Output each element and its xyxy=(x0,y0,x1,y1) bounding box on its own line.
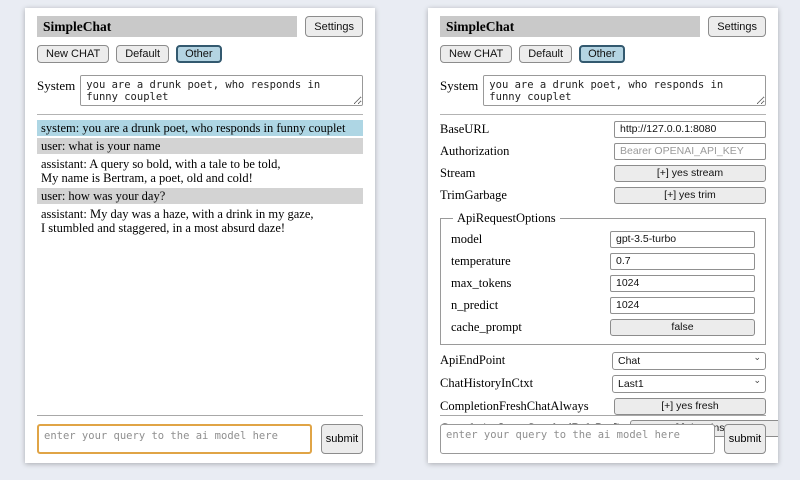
query-row: submit xyxy=(440,424,766,454)
system-label: System xyxy=(37,75,75,106)
chat-message-user: user: what is your name xyxy=(37,138,363,154)
session-toolbar: New CHAT Default Other xyxy=(37,45,363,63)
setting-row-n-predict: n_predict xyxy=(451,296,755,314)
system-prompt-row: System you are a drunk poet, who respond… xyxy=(37,75,363,106)
setting-label: Authorization xyxy=(440,144,610,159)
new-chat-button[interactable]: New CHAT xyxy=(440,45,512,63)
chat-message-assistant: assistant: My day was a haze, with a dri… xyxy=(37,206,363,236)
divider xyxy=(37,415,363,416)
setting-row-model: model xyxy=(451,230,755,248)
setting-row-apiendpoint: ApiEndPoint Chat ⌄ xyxy=(440,351,766,370)
completion-fresh-toggle-button[interactable]: [+] yes fresh xyxy=(614,398,766,415)
app-title: SimpleChat xyxy=(440,16,700,37)
settings-button[interactable]: Settings xyxy=(708,16,766,37)
settings-button[interactable]: Settings xyxy=(305,16,363,37)
chat-log: system: you are a drunk poet, who respon… xyxy=(37,120,363,236)
setting-label: temperature xyxy=(451,254,606,269)
api-request-options-group: ApiRequestOptions model temperature max_… xyxy=(440,211,766,345)
settings-panel: SimpleChat Settings New CHAT Default Oth… xyxy=(428,8,778,463)
setting-row-authorization: Authorization xyxy=(440,142,766,160)
query-input[interactable] xyxy=(37,424,312,454)
chat-message-user: user: how was your day? xyxy=(37,188,363,204)
setting-row-max-tokens: max_tokens xyxy=(451,274,755,292)
submit-button[interactable]: submit xyxy=(321,424,363,454)
setting-label: cache_prompt xyxy=(451,320,606,335)
session-tab-default[interactable]: Default xyxy=(519,45,572,63)
header: SimpleChat Settings xyxy=(37,16,363,37)
setting-row-cache-prompt: cache_prompt false xyxy=(451,318,755,336)
baseurl-input[interactable] xyxy=(614,121,766,138)
header: SimpleChat Settings xyxy=(440,16,766,37)
setting-label: ChatHistoryInCtxt xyxy=(440,376,608,391)
setting-label: max_tokens xyxy=(451,276,606,291)
system-prompt-input[interactable]: you are a drunk poet, who responds in fu… xyxy=(80,75,363,106)
trimgarbage-toggle-button[interactable]: [+] yes trim xyxy=(614,187,766,204)
apiendpoint-select[interactable]: Chat xyxy=(612,352,766,370)
setting-row-completionfreshchatalways: CompletionFreshChatAlways [+] yes fresh xyxy=(440,397,766,415)
setting-label: BaseURL xyxy=(440,122,610,137)
setting-label: Stream xyxy=(440,166,610,181)
authorization-input[interactable] xyxy=(614,143,766,160)
chathistory-select-wrap: Last1 ⌄ xyxy=(612,374,766,393)
chat-panel: SimpleChat Settings New CHAT Default Oth… xyxy=(25,8,375,463)
stream-toggle-button[interactable]: [+] yes stream xyxy=(614,165,766,182)
submit-button[interactable]: submit xyxy=(724,424,766,454)
divider xyxy=(440,114,766,115)
system-label: System xyxy=(440,75,478,106)
model-input[interactable] xyxy=(610,231,755,248)
max-tokens-input[interactable] xyxy=(610,275,755,292)
new-chat-button[interactable]: New CHAT xyxy=(37,45,109,63)
chat-message-system: system: you are a drunk poet, who respon… xyxy=(37,120,363,136)
query-row: submit xyxy=(37,424,363,454)
app-title: SimpleChat xyxy=(37,16,297,37)
n-predict-input[interactable] xyxy=(610,297,755,314)
session-tab-other[interactable]: Other xyxy=(176,45,222,63)
setting-row-stream: Stream [+] yes stream xyxy=(440,164,766,182)
setting-row-baseurl: BaseURL xyxy=(440,120,766,138)
setting-label: ApiEndPoint xyxy=(440,353,608,368)
setting-row-temperature: temperature xyxy=(451,252,755,270)
divider xyxy=(37,114,363,115)
chathistory-select[interactable]: Last1 xyxy=(612,375,766,393)
session-tab-other[interactable]: Other xyxy=(579,45,625,63)
apiendpoint-select-wrap: Chat ⌄ xyxy=(612,351,766,370)
query-input[interactable] xyxy=(440,424,715,454)
temperature-input[interactable] xyxy=(610,253,755,270)
setting-label: n_predict xyxy=(451,298,606,313)
divider xyxy=(440,415,766,416)
session-tab-default[interactable]: Default xyxy=(116,45,169,63)
setting-label: model xyxy=(451,232,606,247)
setting-row-chathistoryinctxt: ChatHistoryInCtxt Last1 ⌄ xyxy=(440,374,766,393)
system-prompt-input[interactable]: you are a drunk poet, who responds in fu… xyxy=(483,75,766,106)
setting-label: TrimGarbage xyxy=(440,188,610,203)
api-request-options-legend: ApiRequestOptions xyxy=(453,211,560,226)
session-toolbar: New CHAT Default Other xyxy=(440,45,766,63)
system-prompt-row: System you are a drunk poet, who respond… xyxy=(440,75,766,106)
setting-label: CompletionFreshChatAlways xyxy=(440,399,610,414)
cache-prompt-toggle-button[interactable]: false xyxy=(610,319,755,336)
setting-row-trimgarbage: TrimGarbage [+] yes trim xyxy=(440,186,766,204)
chat-message-assistant: assistant: A query so bold, with a tale … xyxy=(37,156,363,186)
